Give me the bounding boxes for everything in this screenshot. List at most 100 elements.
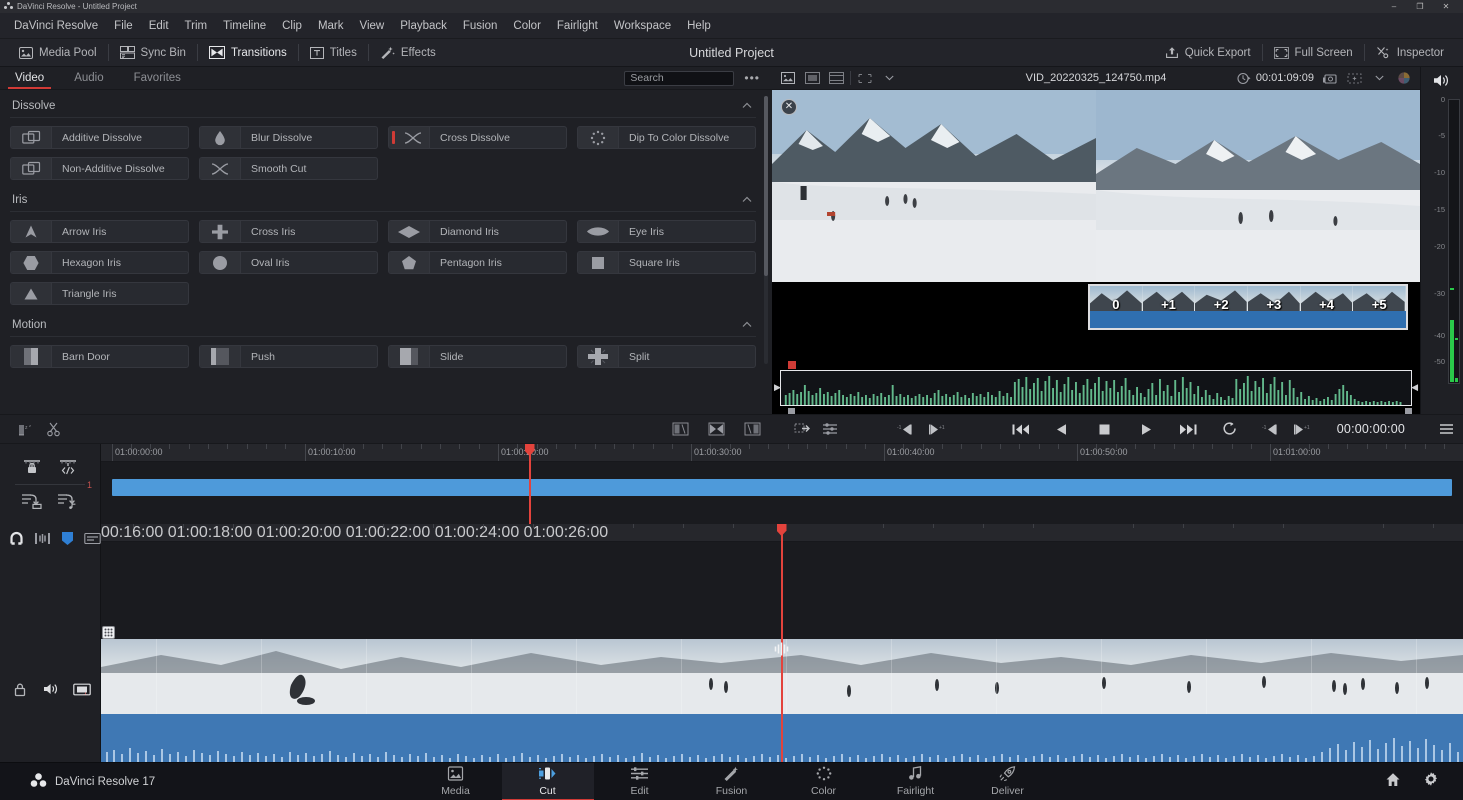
menu-item-mark[interactable]: Mark: [310, 13, 352, 39]
viewer-source-tape-icon[interactable]: [802, 70, 822, 86]
flag-markers-button[interactable]: [55, 458, 81, 478]
transition-item-push[interactable]: Push: [199, 345, 378, 368]
timeline-drag-handle[interactable]: [102, 626, 115, 639]
tab-audio[interactable]: Audio: [59, 67, 118, 89]
jump-to-end-button[interactable]: [1175, 418, 1201, 440]
close-button[interactable]: ✕: [1433, 0, 1459, 13]
viewer-color-wheel-icon[interactable]: [1394, 70, 1414, 86]
transition-end-button[interactable]: [739, 418, 765, 440]
transition-item-additive-dissolve[interactable]: Additive Dissolve: [10, 126, 189, 149]
menu-item-edit[interactable]: Edit: [141, 13, 177, 39]
page-tab-fairlight[interactable]: Fairlight: [870, 763, 962, 800]
menu-item-trim[interactable]: Trim: [177, 13, 216, 39]
transition-item-triangle-iris[interactable]: Triangle Iris: [10, 282, 189, 305]
viewer-timeline-view-icon[interactable]: [826, 70, 846, 86]
transition-item-dip-to-color-dissolve[interactable]: Dip To Color Dissolve: [577, 126, 756, 149]
transition-item-cross-dissolve[interactable]: Cross Dissolve: [388, 126, 567, 149]
audio-in-marker[interactable]: [788, 361, 796, 369]
timeline-overview-clip[interactable]: [112, 479, 1452, 496]
viewer-options-chevron-down-icon[interactable]: [879, 70, 899, 86]
split-clip-scissors-button[interactable]: [40, 418, 66, 440]
place-clip-on-top-button[interactable]: [19, 491, 45, 511]
transition-item-arrow-iris[interactable]: Arrow Iris: [10, 220, 189, 243]
page-tab-media[interactable]: Media: [410, 763, 502, 800]
add-subtitle-icon[interactable]: [84, 530, 101, 546]
maximize-button[interactable]: ❐: [1407, 0, 1433, 13]
menu-item-davinci-resolve[interactable]: DaVinci Resolve: [6, 13, 106, 39]
audio-scrub-icon[interactable]: [34, 530, 51, 546]
track-video-enable-icon[interactable]: [72, 681, 92, 697]
viewer-thumbnail-view-icon[interactable]: [778, 70, 798, 86]
media-pool-button[interactable]: Media Pool: [8, 41, 108, 65]
viewer-smart-reframe-icon[interactable]: [1344, 70, 1364, 86]
step-forward-one-frame-button[interactable]: +1: [923, 418, 949, 440]
menu-item-color[interactable]: Color: [505, 13, 548, 39]
transition-item-cross-iris[interactable]: Cross Iris: [199, 220, 378, 243]
titles-button[interactable]: Titles: [299, 41, 368, 65]
viewer-options-chevron-down-icon[interactable]: [1369, 70, 1389, 86]
page-tab-color[interactable]: Color: [778, 763, 870, 800]
full-screen-button[interactable]: Full Screen: [1263, 41, 1364, 65]
timeline-overview-ruler[interactable]: 01:00:00:00 01:00:10:00 01:00:20:00 01:0…: [101, 444, 1463, 462]
transition-item-eye-iris[interactable]: Eye Iris: [577, 220, 756, 243]
timeline-overview-body[interactable]: 01:00:00:00 01:00:10:00 01:00:20:00 01:0…: [87, 444, 1463, 524]
section-header-dissolve[interactable]: Dissolve: [10, 96, 756, 116]
quick-export-button[interactable]: Quick Export: [1154, 41, 1262, 65]
search-input[interactable]: [624, 70, 735, 86]
lock-track-button[interactable]: [19, 458, 45, 478]
transition-item-non-additive-dissolve[interactable]: Non-Additive Dissolve: [10, 157, 189, 180]
stop-button[interactable]: [1091, 418, 1117, 440]
transition-item-diamond-iris[interactable]: Diamond Iris: [388, 220, 567, 243]
viewer-fit-screen-icon[interactable]: [855, 70, 875, 86]
transition-item-blur-dissolve[interactable]: Blur Dissolve: [199, 126, 378, 149]
transition-item-slide[interactable]: Slide: [388, 345, 567, 368]
minimize-button[interactable]: –: [1381, 0, 1407, 13]
inspector-button[interactable]: Inspector: [1365, 41, 1455, 65]
menu-item-timeline[interactable]: Timeline: [215, 13, 274, 39]
sync-bin-button[interactable]: Sync Bin: [109, 41, 197, 65]
overview-playhead[interactable]: [524, 444, 535, 524]
track-mute-speaker-icon[interactable]: [41, 681, 61, 697]
marker-flag-icon[interactable]: [60, 530, 75, 546]
menu-item-fairlight[interactable]: Fairlight: [549, 13, 606, 39]
timeline-options-menu-button[interactable]: [1433, 418, 1459, 440]
audio-trim-handle-left[interactable]: [788, 408, 795, 414]
transition-item-split[interactable]: Split: [577, 345, 756, 368]
transition-item-smooth-cut[interactable]: Smooth Cut: [199, 157, 378, 180]
audio-trim-handle-right[interactable]: [1405, 408, 1412, 414]
page-tab-cut[interactable]: Cut: [501, 762, 594, 800]
trim-back-one-frame-button[interactable]: -1: [1259, 418, 1285, 440]
timeline-overview-tracks[interactable]: 1: [87, 462, 1463, 523]
effects-list-scroll-area[interactable]: Dissolve Additive Dissolve Blur Dissolve…: [0, 90, 772, 414]
viewer-video-stage[interactable]: ✕ 0 +1 +2 +3 +4 +5 ▶ ◀: [772, 90, 1420, 414]
source-audio-waveform[interactable]: ▶ ◀: [774, 361, 1418, 414]
source-overwrite-button[interactable]: [789, 418, 815, 440]
tab-favorites[interactable]: Favorites: [119, 67, 196, 89]
transition-item-oval-iris[interactable]: Oval Iris: [199, 251, 378, 274]
lock-icon[interactable]: [10, 681, 30, 697]
section-header-motion[interactable]: Motion: [10, 315, 756, 335]
timeline-detail-body[interactable]: 00:16:00 01:00:18:00 01:00:20:00 01:00:2…: [101, 524, 1463, 762]
menu-item-playback[interactable]: Playback: [392, 13, 455, 39]
menu-item-clip[interactable]: Clip: [274, 13, 310, 39]
loop-button[interactable]: [1217, 418, 1243, 440]
magnet-snapping-icon[interactable]: [8, 530, 25, 546]
transition-start-button[interactable]: [667, 418, 693, 440]
page-tab-fusion[interactable]: Fusion: [686, 763, 778, 800]
menu-item-workspace[interactable]: Workspace: [606, 13, 679, 39]
jump-to-start-button[interactable]: [1007, 418, 1033, 440]
transition-item-barn-door[interactable]: Barn Door: [10, 345, 189, 368]
page-tab-edit[interactable]: Edit: [594, 763, 686, 800]
menu-item-view[interactable]: View: [352, 13, 393, 39]
menu-item-fusion[interactable]: Fusion: [455, 13, 506, 39]
chevron-up-icon[interactable]: [742, 320, 752, 330]
step-back-one-frame-button[interactable]: -1: [893, 418, 919, 440]
transition-center-button[interactable]: [703, 418, 729, 440]
page-tab-deliver[interactable]: Deliver: [962, 763, 1054, 800]
menu-item-help[interactable]: Help: [679, 13, 719, 39]
waveform-box[interactable]: [780, 370, 1412, 406]
section-header-iris[interactable]: Iris: [10, 190, 756, 210]
tab-video[interactable]: Video: [0, 67, 59, 89]
reverse-play-button[interactable]: [1049, 418, 1075, 440]
smart-insert-button[interactable]: zz: [14, 418, 40, 440]
